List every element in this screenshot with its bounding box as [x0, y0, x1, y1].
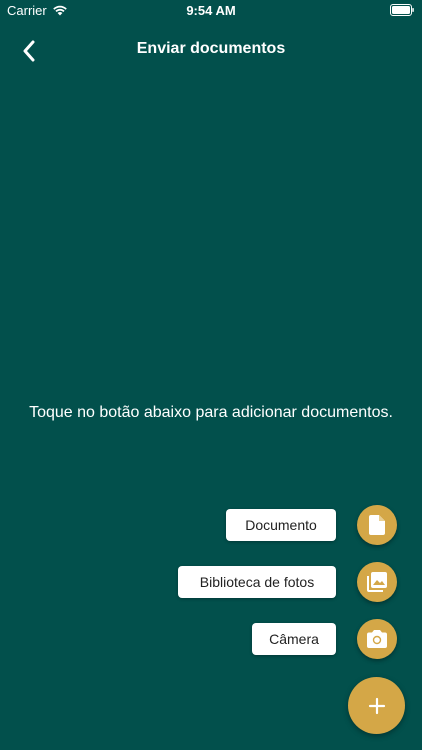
camera-option-label[interactable]: Câmera	[252, 623, 336, 655]
photo-library-option-text: Biblioteca de fotos	[199, 574, 315, 590]
document-option-button[interactable]	[357, 505, 397, 545]
document-option-text: Documento	[245, 517, 317, 533]
status-bar: Carrier 9:54 AM	[0, 0, 422, 22]
photo-library-icon	[367, 572, 387, 592]
add-document-fab[interactable]	[348, 677, 405, 734]
empty-state-message: Toque no botão abaixo para adicionar doc…	[29, 404, 393, 421]
photo-library-option-label[interactable]: Biblioteca de fotos	[178, 566, 336, 598]
clock: 9:54 AM	[186, 3, 236, 18]
camera-option-text: Câmera	[269, 631, 319, 647]
camera-icon	[367, 630, 387, 648]
page-title: Enviar documentos	[136, 40, 286, 57]
camera-option-button[interactable]	[357, 619, 397, 659]
battery-icon	[390, 4, 414, 16]
plus-icon	[368, 697, 385, 714]
photo-library-option-button[interactable]	[357, 562, 397, 602]
nav-bar: Enviar documentos	[0, 30, 422, 70]
document-option-label[interactable]: Documento	[226, 509, 336, 541]
document-icon	[369, 515, 385, 535]
